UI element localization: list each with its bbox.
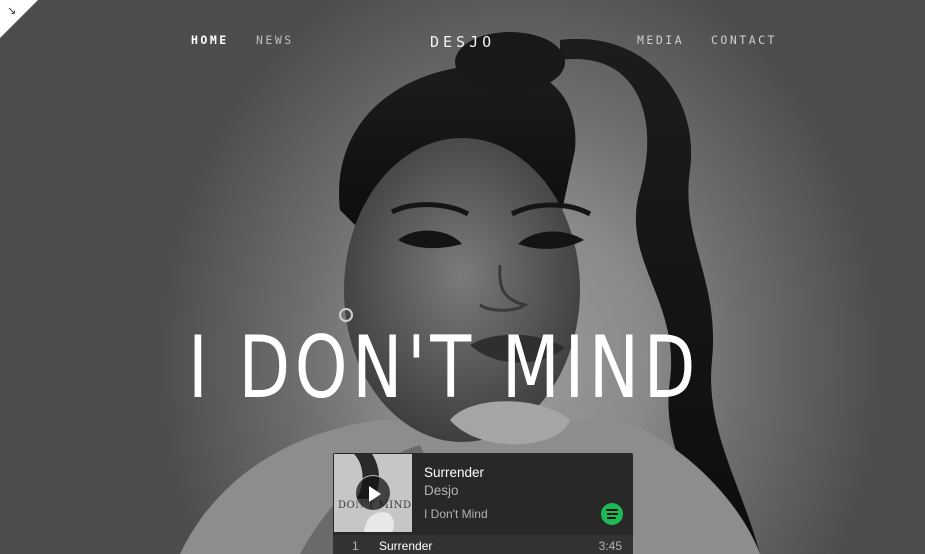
- play-icon[interactable]: [355, 475, 391, 511]
- track-duration: 3:45: [598, 539, 622, 553]
- hero-headline: I DON'T MIND: [188, 318, 701, 418]
- track-title[interactable]: Surrender: [424, 465, 484, 480]
- album-art[interactable]: DON'T MIND: [334, 454, 412, 532]
- nav-home-link[interactable]: HOME: [191, 33, 229, 47]
- spotify-icon[interactable]: [601, 503, 623, 525]
- track-row-title: Surrender: [379, 539, 433, 553]
- brand-logo[interactable]: DESJO: [430, 33, 495, 51]
- hero-section: ↘ HOME NEWS MEDIA CONTACT DESJO I DON'T …: [0, 0, 925, 554]
- spotify-player[interactable]: DON'T MIND Surrender Desjo I Don't Mind …: [333, 453, 633, 554]
- nav-contact-link[interactable]: CONTACT: [711, 33, 777, 47]
- track-artist[interactable]: Desjo: [424, 483, 459, 498]
- track-list-row[interactable]: 1 Surrender 3:45: [333, 535, 633, 554]
- track-album[interactable]: I Don't Mind: [424, 507, 488, 521]
- expand-arrow-icon[interactable]: ↘: [7, 4, 16, 17]
- nav-media-link[interactable]: MEDIA: [637, 33, 684, 47]
- track-number: 1: [352, 539, 359, 553]
- nav-news-link[interactable]: NEWS: [256, 33, 294, 47]
